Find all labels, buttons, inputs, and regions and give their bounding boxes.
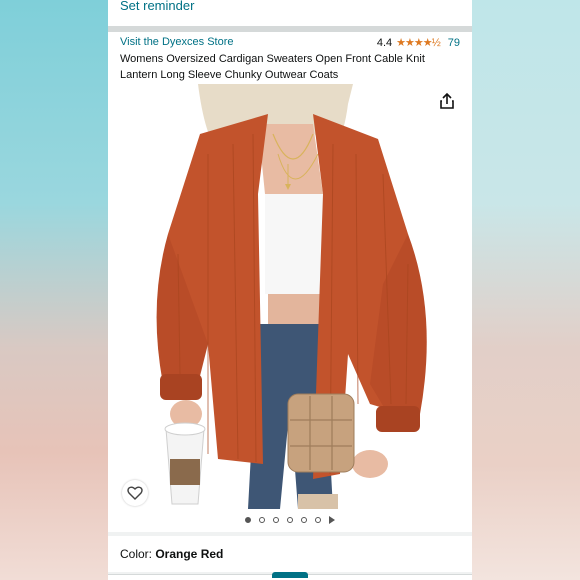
pagination-dot[interactable]: [273, 517, 279, 523]
pagination-dot[interactable]: [287, 517, 293, 523]
image-pagination: [108, 514, 472, 526]
review-count-link[interactable]: 79: [448, 37, 460, 49]
app-screen: Set reminder Visit the Dyexces Store 4.4…: [108, 0, 472, 580]
pagination-dot[interactable]: [315, 517, 321, 523]
rating-summary[interactable]: 4.4 ★★★★½ 79: [376, 36, 460, 50]
background-left: [0, 0, 108, 580]
rating-value: 4.4: [376, 36, 393, 49]
star-rating-icon: ★★★★½: [396, 37, 441, 49]
play-icon[interactable]: [329, 516, 335, 524]
product-image[interactable]: [108, 84, 472, 509]
reminder-card: Set reminder: [108, 0, 472, 26]
heart-icon[interactable]: [122, 480, 148, 506]
pagination-dot[interactable]: [301, 517, 307, 523]
selected-swatch-indicator[interactable]: [272, 572, 308, 578]
color-label: Color: Orange Red: [120, 547, 223, 561]
color-value: Orange Red: [155, 547, 224, 561]
pagination-dot[interactable]: [259, 517, 265, 523]
cardigan-illustration: [108, 84, 472, 509]
product-title: Womens Oversized Cardigan Sweaters Open …: [120, 53, 425, 81]
color-selector: Color: Orange Red: [108, 536, 472, 572]
product-card: Visit the Dyexces Store 4.4 ★★★★½ 79 Wom…: [108, 32, 472, 532]
background-right: [472, 0, 580, 580]
pagination-dot[interactable]: [245, 517, 251, 523]
color-label-text: Color:: [120, 547, 156, 561]
share-icon[interactable]: [438, 92, 456, 110]
set-reminder-link[interactable]: Set reminder: [120, 0, 194, 13]
store-link[interactable]: Visit the Dyexces Store: [120, 36, 234, 48]
